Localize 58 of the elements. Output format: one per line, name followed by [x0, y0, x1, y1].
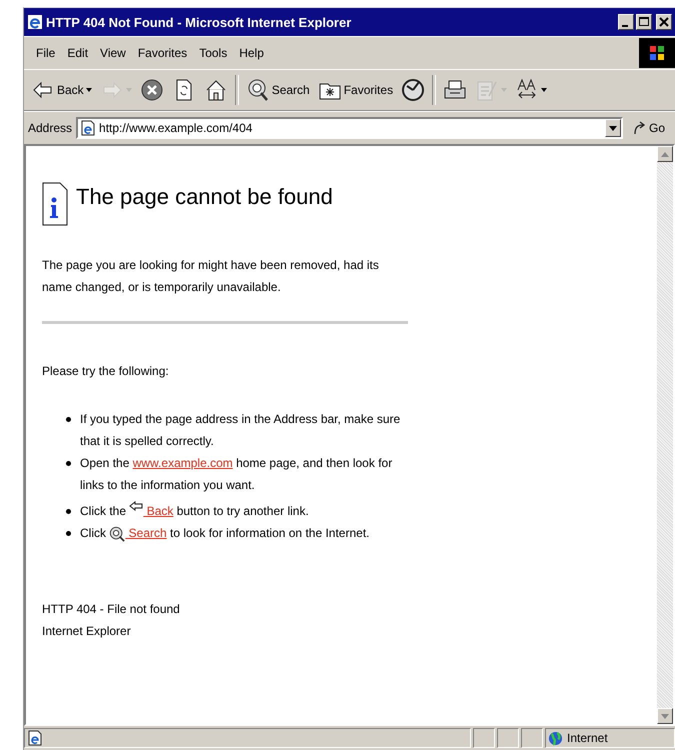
close-icon	[659, 17, 669, 27]
caret-icon	[608, 126, 617, 130]
scroll-up-button[interactable]	[657, 146, 673, 162]
info-document-icon	[42, 182, 68, 226]
address-field[interactable]: http://www.example.com/404	[76, 117, 623, 139]
text-link[interactable]: Back	[143, 504, 174, 518]
search-button[interactable]: Search	[242, 76, 313, 104]
search-icon	[109, 526, 126, 542]
page-heading: The page cannot be found	[76, 183, 333, 210]
status-pane	[497, 728, 519, 748]
suggestion-text: Click Search to look for information on the Internet.	[80, 524, 370, 544]
window-title: HTTP 404 Not Found - Microsoft Internet Explorer	[46, 14, 352, 30]
minimize-button[interactable]	[618, 14, 634, 30]
bullet-icon	[66, 461, 71, 466]
menu-item[interactable]: View	[94, 44, 132, 62]
menu-item[interactable]: Favorites	[132, 44, 194, 62]
suggestion-text: Open the www.example.com home page, and then look for links to the information you want.	[80, 455, 394, 494]
status-pane	[473, 728, 495, 748]
text-link[interactable]: Search	[125, 526, 167, 540]
vertical-scrollbar[interactable]	[657, 146, 673, 724]
address-label: Address	[28, 121, 72, 135]
search-icon	[246, 78, 270, 102]
scroll-down-button[interactable]	[657, 708, 673, 724]
menu-item[interactable]: Help	[233, 44, 270, 62]
menu-item[interactable]: Edit	[61, 44, 94, 62]
minimize-icon	[622, 24, 628, 26]
footer-text: HTTP 404 - File not found	[42, 601, 181, 618]
menu-item[interactable]: File	[30, 44, 62, 62]
footer-text: Internet Explorer	[42, 623, 132, 640]
globe-icon	[548, 730, 563, 746]
menu-item[interactable]: Tools	[193, 44, 234, 62]
x-icon	[140, 78, 164, 102]
page-icon	[27, 730, 43, 746]
status-pane	[521, 728, 543, 748]
bullet-icon	[66, 417, 71, 422]
page-icon	[80, 120, 96, 136]
clock-icon	[401, 78, 426, 102]
dropdown-button[interactable]	[604, 119, 621, 137]
up-arrow-icon	[661, 152, 669, 156]
browser-logo-icon	[27, 14, 43, 30]
curved-arrow-icon	[632, 121, 647, 135]
suggestion-text: Click the Back button to try another link.	[80, 500, 309, 522]
bullet-icon	[66, 509, 71, 514]
maximize-icon	[639, 17, 649, 27]
suggestion-text: If you typed the page address in the Address bar, make sure that it is spelled correctly.	[80, 411, 402, 450]
maximize-button[interactable]	[636, 14, 652, 30]
text-link[interactable]: www.example.com	[132, 456, 233, 470]
close-button[interactable]	[656, 14, 672, 30]
favorites-button[interactable]: Favorites	[314, 76, 396, 104]
back-button[interactable]: Back	[28, 76, 95, 104]
arrow-icon	[129, 501, 144, 511]
suggestions-heading: Please try the following:	[42, 364, 170, 378]
windows-logo-icon	[639, 38, 675, 68]
down-arrow-icon	[661, 714, 669, 718]
bullet-icon	[66, 531, 71, 536]
error-description: The page you are looking for might have been removed, had its name changed, or is temporarily unavailable.	[42, 257, 380, 296]
security-zone-label: Internet	[567, 731, 608, 745]
go-button[interactable]: Go	[626, 121, 671, 135]
